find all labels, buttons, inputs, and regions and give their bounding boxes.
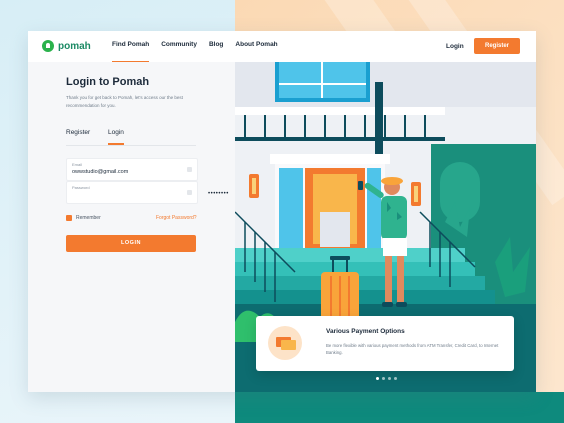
hero-illustration: Various Payment Options Be more flexible…	[235, 62, 536, 392]
tab-register[interactable]: Register	[66, 129, 90, 136]
tab-login[interactable]: Login	[108, 129, 124, 145]
auth-tabs: Register Login	[66, 129, 196, 146]
carousel-dot[interactable]	[376, 377, 379, 380]
nav-login-link[interactable]: Login	[446, 43, 464, 50]
payment-options-description: Be more flexible with various payment me…	[326, 343, 499, 355]
payment-options-card: Various Payment Options Be more flexible…	[256, 316, 514, 371]
page-title: Login to Pomah	[66, 76, 150, 88]
carousel-dot[interactable]	[382, 377, 385, 380]
login-button[interactable]: LOGIN	[66, 235, 196, 252]
remember-label: Remember	[76, 215, 101, 221]
email-field[interactable]: Email owwstudio@gmail.com	[66, 158, 198, 181]
carousel-dot[interactable]	[394, 377, 397, 380]
page-subtitle: Thank you for get back to Pomah, let's a…	[66, 95, 183, 108]
password-field[interactable]: Password ••••••••	[66, 181, 228, 204]
email-value[interactable]: owwstudio@gmail.com	[72, 169, 128, 175]
carousel-dots	[376, 377, 400, 380]
nav-link-about-pomah[interactable]: About Pomah	[235, 41, 277, 53]
nav-register-button[interactable]: Register	[474, 38, 520, 54]
password-value[interactable]: ••••••••	[208, 191, 229, 197]
remember-row: Remember	[66, 215, 101, 221]
login-form: Login to Pomah Thank you for get back to…	[28, 0, 235, 423]
credit-card-icon	[268, 326, 302, 360]
page-background-bottom	[235, 392, 564, 423]
show-password-icon[interactable]	[187, 190, 192, 195]
email-label: Email	[72, 162, 83, 167]
carousel-dot[interactable]	[388, 377, 391, 380]
remember-checkbox[interactable]	[66, 215, 72, 221]
forgot-password-link[interactable]: Forgot Password?	[156, 215, 197, 221]
email-status-icon	[187, 167, 192, 172]
password-label: Password	[72, 185, 90, 190]
payment-options-title: Various Payment Options	[326, 328, 405, 335]
